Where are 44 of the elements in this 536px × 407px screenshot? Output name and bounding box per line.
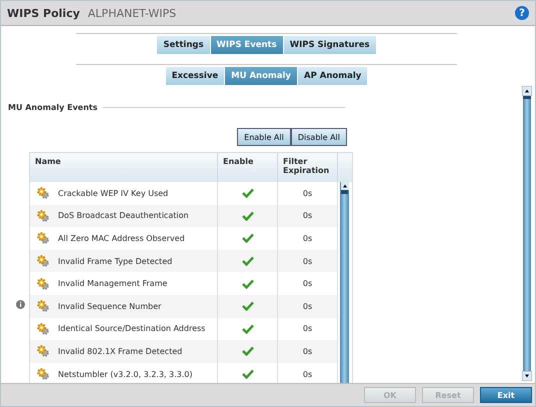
expiration-value: 0s: [302, 188, 312, 198]
gear-icon: [36, 231, 50, 246]
gear-icon: [36, 276, 50, 291]
action-button[interactable]: Enable All: [237, 128, 291, 146]
gear-icon: [36, 299, 50, 314]
event-name: Invalid 802.1X Frame Detected: [58, 346, 182, 356]
table-scrollbar[interactable]: [340, 182, 349, 383]
gear-icon: [36, 322, 50, 336]
tab[interactable]: Settings: [157, 36, 210, 54]
scroll-up-icon[interactable]: [340, 182, 348, 190]
gear-icon: [36, 367, 50, 382]
event-name: Invalid Management Frame: [58, 279, 168, 288]
expiration-value: 0s: [302, 211, 312, 220]
help-icon[interactable]: ?: [515, 6, 529, 20]
expiration-value: 0s: [302, 346, 312, 356]
scroll-up-icon[interactable]: [522, 86, 532, 96]
footer-button[interactable]: Exit: [480, 387, 532, 403]
event-name: Invalid Sequence Number: [58, 302, 162, 311]
event-name: Crackable WEP IV Key Used: [58, 188, 168, 198]
sub-tab[interactable]: Excessive: [166, 67, 224, 85]
expiration-value: 0s: [302, 256, 312, 266]
event-name: All Zero MAC Address Observed: [58, 234, 185, 243]
event-name: Invalid Frame Type Detected: [58, 256, 172, 266]
event-name: DoS Broadcast Deauthentication: [58, 211, 189, 220]
event-name: Netstumbler (v3.2.0, 3.2.3, 3.3.0): [58, 370, 192, 379]
page-scrollbar[interactable]: [521, 86, 532, 381]
gear-icon: [36, 208, 50, 223]
gear-icon: [36, 344, 50, 358]
expiration-value: 0s: [302, 234, 312, 243]
expiration-value: 0s: [302, 370, 312, 379]
expiration-value: 0s: [302, 279, 312, 288]
section-title: MU Anomaly Events: [8, 103, 98, 112]
policy-name: ALPHANET-WIPS: [88, 6, 176, 20]
info-icon: [16, 300, 25, 310]
expiration-value: 0s: [302, 302, 312, 311]
tab[interactable]: WIPS Signatures: [284, 36, 376, 54]
gear-icon: [36, 254, 50, 268]
gear-icon: [36, 186, 50, 200]
page-title: WIPS Policy: [7, 6, 80, 20]
event-name: Identical Source/Destination Address: [58, 324, 206, 334]
sub-tab[interactable]: AP Anomaly: [298, 67, 368, 85]
scroll-down-icon[interactable]: [522, 371, 532, 381]
expiration-value: 0s: [302, 324, 312, 334]
action-button[interactable]: Disable All: [290, 128, 347, 146]
